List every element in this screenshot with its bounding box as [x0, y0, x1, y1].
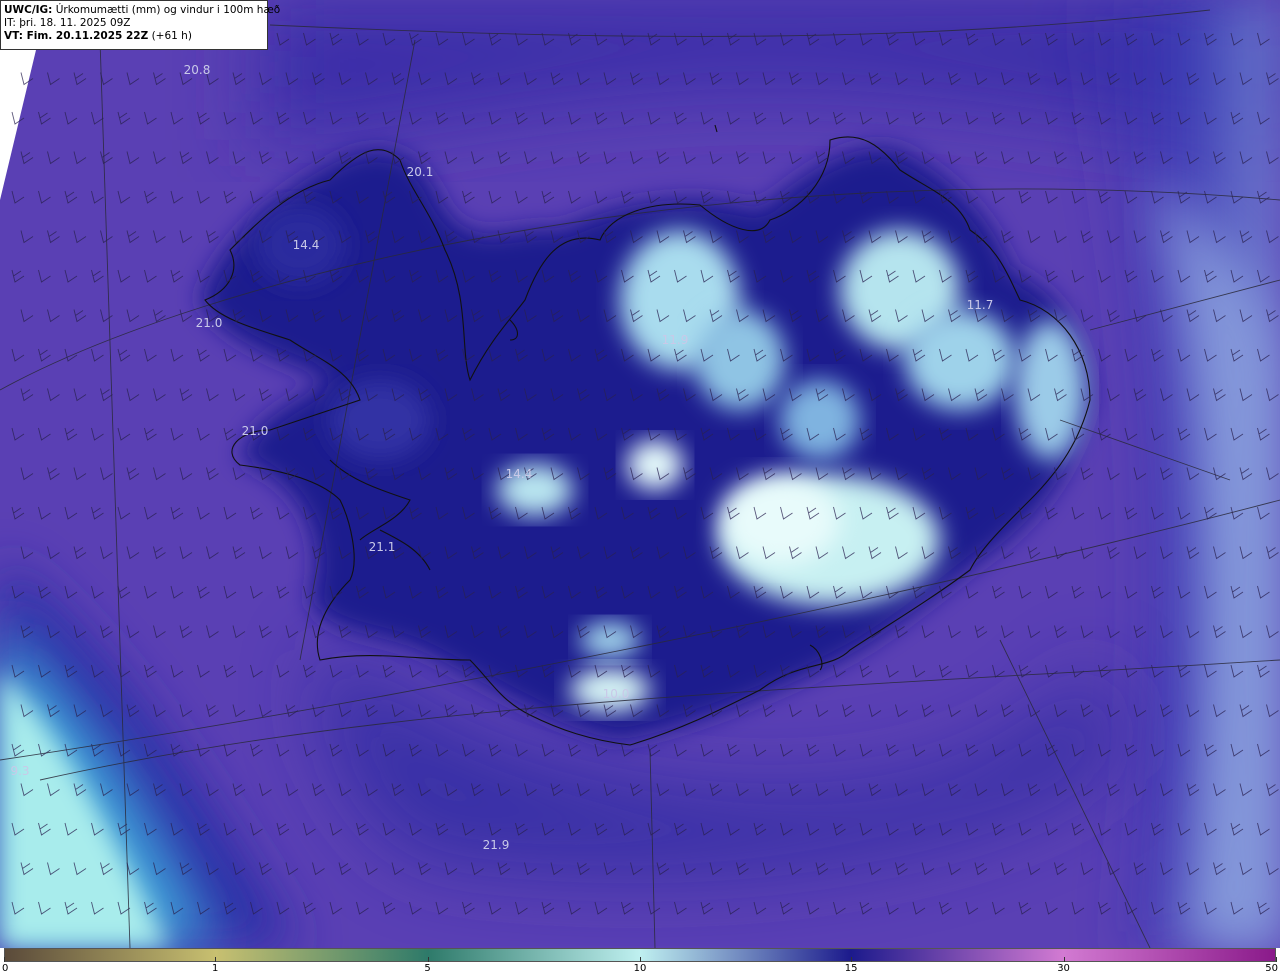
valid-time: VT: Fim. 20.11.2025 22Z [4, 30, 149, 42]
colorbar-tick-mark [1276, 957, 1277, 962]
value-label: 11.7 [967, 298, 994, 312]
value-label: 20.8 [184, 63, 211, 77]
colorbar-tick-label: 1 [211, 963, 219, 974]
colorbar-tick-label: 30 [1057, 963, 1070, 974]
colorbar-tick-mark [1063, 957, 1065, 962]
value-label: 21.0 [196, 316, 223, 330]
colorbar-tick-label: 5 [424, 963, 431, 974]
colorbar-tick-label: 15 [844, 963, 858, 974]
value-label: 11.9 [662, 333, 689, 347]
colorbar-tick-mark [640, 957, 641, 962]
precipitation-wind-map: 20.8 20.1 14.4 21.0 21.0 11.9 11.7 14.4 21.1 10.0… [0, 0, 1280, 948]
initial-time: IT: þri. 18. 11. 2025 09Z [4, 17, 131, 29]
colorbar-tick-mark [215, 957, 217, 962]
value-label: 14.4 [293, 238, 320, 252]
product-code: UWC/IG: [4, 4, 53, 16]
colorbar-tick-mark [851, 957, 853, 962]
colorbar-tick-label: 0 [2, 963, 9, 974]
value-label: 9.3 [10, 764, 29, 778]
colorbar-tick-label: 50 [1265, 963, 1278, 974]
value-label: 21.0 [242, 424, 269, 438]
product-title: Úrkomumætti (mm) og vindur i 100m hæð [55, 4, 281, 16]
colorbar-tick-mark [427, 957, 429, 962]
lead-time: (+61 h) [151, 30, 192, 42]
value-label: 10.0 [603, 687, 630, 701]
colorbar-tick-label: 10 [633, 963, 647, 974]
colorbar-area: 0 1 5 10 15 30 50 [0, 948, 1280, 978]
value-label: 21.9 [483, 838, 510, 852]
value-label: 14.4 [506, 467, 533, 481]
colorbar-tick-mark [4, 957, 5, 962]
map-info-box: UWC/IG: Úrkomumætti (mm) og vindur i 100… [0, 0, 280, 50]
value-label: 20.1 [407, 165, 434, 179]
value-label: 21.1 [369, 540, 396, 554]
